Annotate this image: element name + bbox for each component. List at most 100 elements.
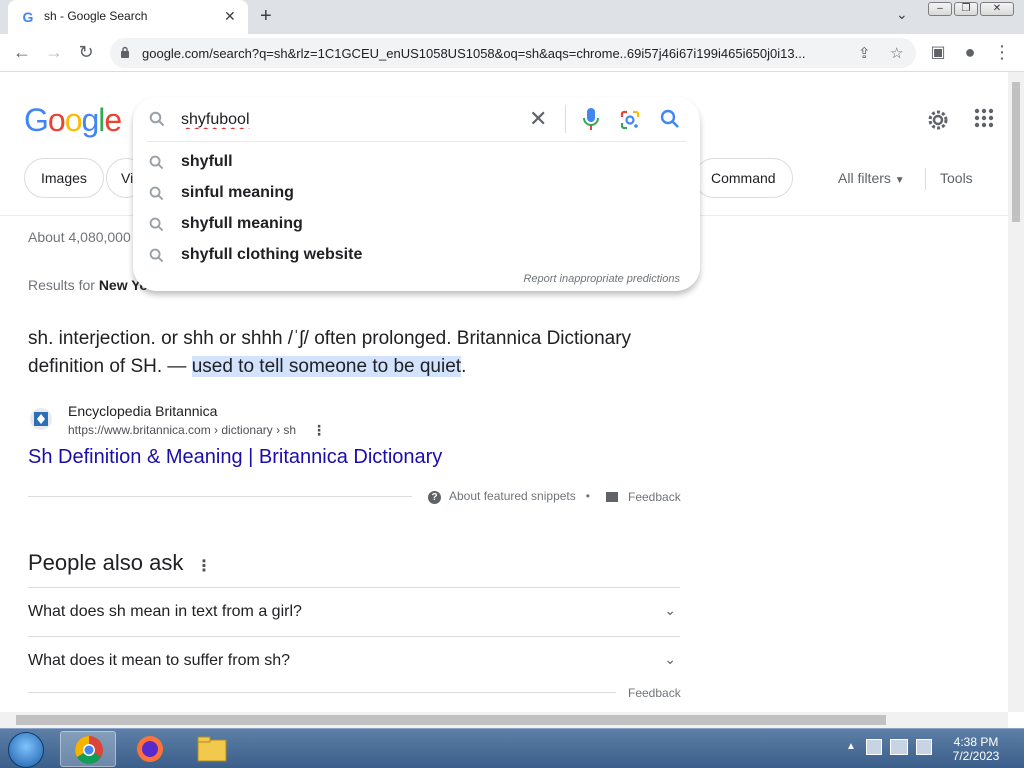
tab-strip: G sh - Google Search ✕ + ⌄ – ❐ ✕ bbox=[0, 0, 1024, 34]
file-explorer-taskbar-icon[interactable] bbox=[184, 731, 240, 767]
minimize-button[interactable]: – bbox=[928, 2, 952, 16]
search-icon bbox=[149, 111, 165, 127]
volume-icon[interactable] bbox=[916, 739, 932, 755]
divider bbox=[925, 168, 926, 190]
result-stats: About 4,080,000 bbox=[28, 229, 131, 245]
suggestion-item[interactable]: shyfull clothing website bbox=[133, 240, 700, 271]
suggestion-text: shyfull bbox=[181, 153, 233, 170]
search-input[interactable] bbox=[181, 107, 521, 133]
restore-button[interactable]: ❐ bbox=[954, 2, 978, 16]
new-tab-button[interactable]: + bbox=[260, 5, 272, 28]
report-predictions-link[interactable]: Report inappropriate predictions bbox=[523, 273, 680, 285]
chevron-down-icon: ⌄ bbox=[664, 651, 676, 667]
suggestion-text: shyfull meaning bbox=[181, 215, 303, 232]
snippet-end: . bbox=[461, 356, 467, 377]
featured-snippet-text: sh. interjection. or shh or shhh /ˈʃ/ of… bbox=[28, 325, 688, 381]
firefox-taskbar-icon[interactable] bbox=[122, 731, 178, 767]
clock[interactable]: 4:38 PM 7/2/2023 bbox=[948, 735, 1004, 763]
divider bbox=[28, 692, 616, 693]
suggestion-item[interactable]: shyfull bbox=[133, 147, 700, 178]
horizontal-scrollbar[interactable] bbox=[0, 712, 1008, 728]
browser-toolbar: ← → ↻ google.com/search?q=sh&rlz=1C1GCEU… bbox=[0, 34, 1024, 72]
side-panel-icon[interactable]: ▣ bbox=[926, 42, 950, 62]
voice-search-mic-icon[interactable] bbox=[582, 106, 600, 132]
divider bbox=[565, 105, 566, 133]
clock-time: 4:38 PM bbox=[953, 735, 999, 749]
logo-letter: o bbox=[64, 102, 83, 138]
suggestion-item[interactable]: shyfull meaning bbox=[133, 209, 700, 240]
address-bar[interactable]: google.com/search?q=sh&rlz=1C1GCEU_enUS1… bbox=[110, 38, 916, 68]
logo-letter: e bbox=[104, 102, 122, 138]
feedback-link[interactable]: Feedback bbox=[606, 490, 681, 504]
back-arrow-icon[interactable]: ← bbox=[10, 42, 34, 63]
more-options-icon[interactable]: ⋮ bbox=[312, 422, 326, 439]
source-url[interactable]: https://www.britannica.com › dictionary … bbox=[68, 423, 296, 437]
url-text: google.com/search?q=sh&rlz=1C1GCEU_enUS1… bbox=[142, 46, 806, 61]
result-title-link[interactable]: Sh Definition & Meaning | Britannica Dic… bbox=[28, 446, 442, 469]
start-button[interactable] bbox=[8, 732, 44, 768]
tab-active[interactable]: G sh - Google Search ✕ bbox=[8, 0, 248, 34]
vertical-scrollbar[interactable] bbox=[1008, 72, 1024, 712]
search-icon bbox=[149, 155, 164, 170]
action-center-flag-icon[interactable] bbox=[866, 739, 882, 755]
people-also-ask-heading: People also ask bbox=[28, 550, 184, 575]
britannica-favicon-icon bbox=[30, 408, 52, 430]
suggestion-item[interactable]: sinful meaning bbox=[133, 178, 700, 209]
reload-icon[interactable]: ↻ bbox=[74, 42, 98, 63]
suggestion-text: shyfull clothing website bbox=[181, 246, 363, 263]
forward-arrow-icon[interactable]: → bbox=[42, 42, 66, 63]
settings-gear-icon[interactable] bbox=[926, 108, 950, 132]
paa-question-text: What does it mean to suffer from sh? bbox=[28, 652, 291, 669]
divider bbox=[147, 141, 686, 142]
chip-command[interactable]: Command bbox=[694, 158, 793, 198]
paa-question[interactable]: What does sh mean in text from a girl? ⌄ bbox=[28, 587, 680, 636]
logo-letter: g bbox=[81, 102, 99, 138]
all-filters-button[interactable]: All filters ▼ bbox=[838, 170, 905, 186]
browser-menu-icon[interactable]: ⋮ bbox=[990, 42, 1014, 63]
feedback-link[interactable]: Feedback bbox=[628, 686, 681, 700]
search-submit-icon[interactable] bbox=[660, 109, 680, 129]
close-window-button[interactable]: ✕ bbox=[980, 2, 1014, 16]
more-options-icon[interactable]: ⋮ bbox=[196, 556, 212, 576]
paa-question-text: What does sh mean in text from a girl? bbox=[28, 603, 302, 620]
lens-camera-icon[interactable] bbox=[619, 109, 641, 131]
scrollbar-thumb[interactable] bbox=[1012, 82, 1020, 222]
search-icon bbox=[149, 186, 164, 201]
dot-separator: • bbox=[585, 489, 590, 503]
about-featured-snippets[interactable]: ? About featured snippets • bbox=[428, 489, 600, 504]
results-for-location: Results for New Yo bbox=[28, 277, 148, 293]
profile-avatar-icon[interactable]: ● bbox=[958, 42, 982, 63]
network-icon[interactable] bbox=[890, 739, 908, 755]
search-autocomplete: ✕ shyfull sinful meaning shyfull meaning… bbox=[133, 97, 700, 291]
source-name[interactable]: Encyclopedia Britannica bbox=[68, 403, 217, 419]
tools-button[interactable]: Tools bbox=[940, 170, 973, 186]
page-content: Google Images Vi Command All filters ▼ T… bbox=[0, 72, 1008, 712]
logo-letter: G bbox=[24, 102, 49, 138]
share-icon[interactable]: ⇪ bbox=[858, 44, 871, 62]
chrome-taskbar-icon[interactable] bbox=[60, 731, 116, 767]
search-icon bbox=[149, 217, 164, 232]
tab-title: sh - Google Search bbox=[44, 9, 148, 23]
suggestion-text: sinful meaning bbox=[181, 184, 294, 201]
clear-search-icon[interactable]: ✕ bbox=[529, 106, 547, 132]
google-logo[interactable]: Google bbox=[24, 102, 122, 139]
chevron-down-icon: ⌄ bbox=[664, 602, 676, 618]
about-snippets-label: About featured snippets bbox=[449, 489, 576, 503]
apps-grid-icon[interactable] bbox=[974, 108, 994, 128]
scrollbar-thumb[interactable] bbox=[16, 715, 886, 725]
windows-taskbar: ▲ 4:38 PM 7/2/2023 bbox=[0, 728, 1024, 768]
feedback-flag-icon bbox=[606, 492, 618, 502]
tab-search-chevron-icon[interactable]: ⌄ bbox=[896, 6, 908, 23]
close-tab-icon[interactable]: ✕ bbox=[224, 8, 236, 25]
paa-question[interactable]: What does it mean to suffer from sh? ⌄ bbox=[28, 636, 680, 685]
help-circle-icon: ? bbox=[428, 491, 441, 504]
tray-expand-icon[interactable]: ▲ bbox=[846, 741, 856, 752]
divider bbox=[28, 496, 412, 497]
results-for-prefix: Results for bbox=[28, 277, 95, 293]
chip-images[interactable]: Images bbox=[24, 158, 104, 198]
search-icon bbox=[149, 248, 164, 263]
feedback-label: Feedback bbox=[628, 490, 681, 504]
bookmark-star-icon[interactable]: ☆ bbox=[890, 44, 903, 62]
lock-icon bbox=[121, 46, 129, 58]
caret-down-icon: ▼ bbox=[894, 175, 905, 186]
